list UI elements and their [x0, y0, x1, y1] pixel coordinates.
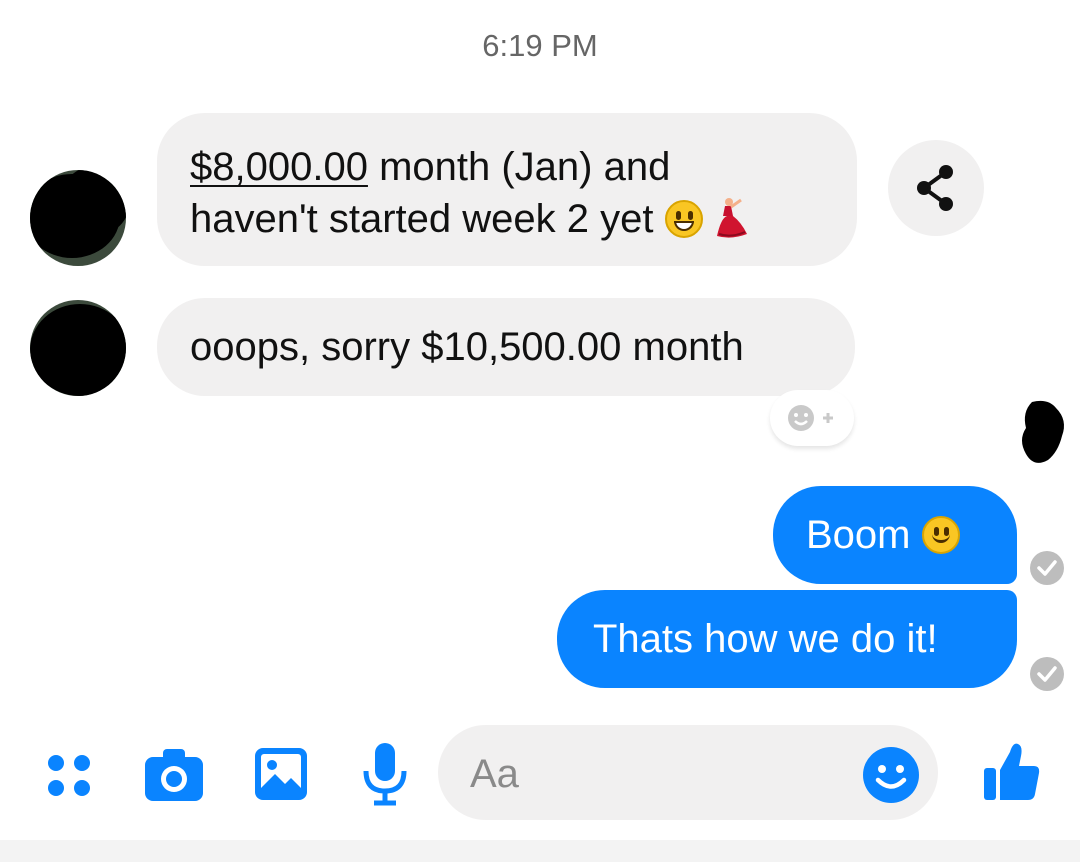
camera-icon[interactable] — [143, 745, 205, 803]
message-text: month (Jan) and — [367, 145, 671, 189]
contact-avatar[interactable] — [30, 170, 126, 266]
share-icon — [917, 165, 953, 211]
message-line: $8,000.00 month (Jan) and — [190, 141, 857, 193]
outgoing-message-bubble[interactable]: Thats how we do it! — [557, 590, 1017, 688]
bottom-bar — [0, 840, 1080, 862]
sent-check-icon — [1030, 551, 1064, 585]
amount-link[interactable]: $8,000.00 — [190, 145, 368, 189]
message-text: haven't started week 2 yet — [190, 197, 654, 241]
incoming-message-bubble[interactable]: ooops, sorry $10,500.00 month — [157, 298, 855, 396]
contact-avatar[interactable] — [30, 300, 126, 396]
seen-avatar — [1022, 400, 1064, 463]
outgoing-message-bubble[interactable]: Boom — [773, 486, 1017, 584]
message-input-placeholder: Aa — [470, 752, 519, 796]
dancer-emoji — [716, 198, 747, 238]
chat-screen: 6:19 PM $8,000.00 month (Jan) and haven'… — [0, 0, 1080, 862]
share-button[interactable] — [888, 140, 984, 236]
emoji-icon[interactable] — [861, 745, 921, 805]
sent-check-icon — [1030, 657, 1064, 691]
message-text: Boom — [806, 513, 911, 557]
add-reaction-icon — [788, 405, 833, 431]
microphone-icon[interactable] — [360, 741, 410, 807]
like-thumb-icon[interactable] — [982, 740, 1042, 804]
message-text: Thats how we do it! — [593, 617, 938, 661]
more-apps-icon[interactable] — [44, 750, 96, 802]
message-timestamp: 6:19 PM — [482, 28, 598, 63]
incoming-message-bubble[interactable]: $8,000.00 month (Jan) and haven't starte… — [157, 113, 857, 266]
gallery-icon[interactable] — [253, 746, 309, 802]
smiling-face-emoji — [921, 516, 960, 554]
add-reaction-button[interactable] — [770, 390, 854, 446]
grinning-face-emoji — [664, 200, 703, 238]
message-line: haven't started week 2 yet — [190, 193, 857, 245]
message-text: ooops, sorry $10,500.00 month — [190, 325, 744, 369]
